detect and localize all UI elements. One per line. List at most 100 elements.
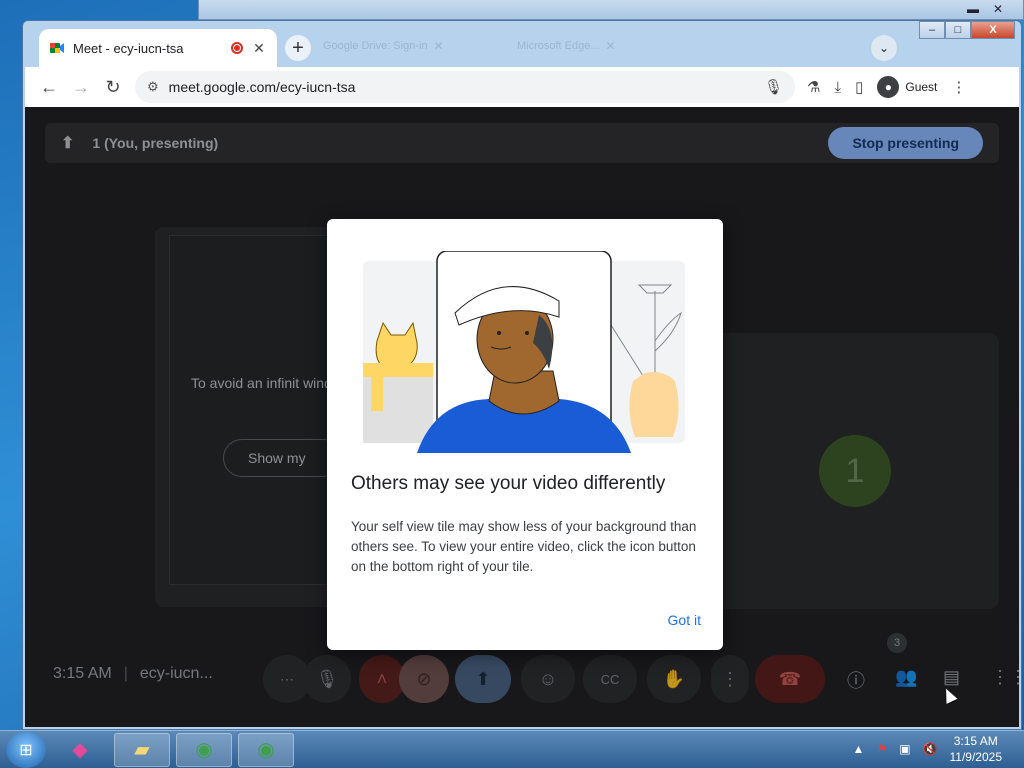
volume-muted-icon[interactable]: 🔇 [923,742,938,756]
hand-icon: ✋ [662,668,686,689]
taskbar-file-explorer[interactable]: ▰ [114,732,170,767]
close-icon[interactable]: ✕ [434,39,444,53]
profile-avatar-icon: ● [877,76,900,98]
back-button[interactable]: ← [33,71,65,103]
taskbar-app[interactable]: ◆ [52,733,108,767]
system-tray: ▲ ⚑ ▣ 🔇 3:15 AM 11/9/2025 [853,733,1002,765]
emoji-icon: ☺ [538,668,558,689]
browser-toolbar: ← → ↻ ⚙ meet.google.com/ecy-iucn-tsa 🎙 ⚗… [25,67,1019,107]
minimize-button[interactable]: – [919,21,945,39]
background-tab[interactable]: Google Drive: Sign-in ✕ [323,33,444,59]
presenting-label: 1 (You, presenting) [92,135,219,151]
url-text: meet.google.com/ecy-iucn-tsa [168,79,356,95]
arrow-right-icon: → [72,76,90,97]
toolbar-actions: ⚗ ⤓ ▯ ● Guest ⋮ [807,76,966,98]
screen-share-icon: ⬆ [61,135,75,152]
labs-icon[interactable]: ⚗ [807,78,820,96]
address-bar[interactable]: ⚙ meet.google.com/ecy-iucn-tsa 🎙 [135,71,795,103]
captions-button[interactable]: CC [583,655,637,703]
download-icon[interactable]: ⤓ [834,79,841,96]
reload-button[interactable]: ↻ [97,71,129,103]
tab-bar: Meet - ecy-iucn-tsa ✕ + Google Drive: Si… [23,21,1021,67]
windows-logo-icon: ⊞ [19,741,33,759]
meeting-info-button[interactable]: ⓘ [847,667,865,693]
google-meet-icon [50,43,64,53]
presentation-bar: ⬆ 1 (You, presenting) Stop presenting [45,123,999,163]
window-close-button[interactable]: X [971,21,1015,39]
microphone-icon: 🎙 [315,668,339,689]
forward-button[interactable]: → [65,71,97,103]
minimize-icon[interactable]: ▬ [967,2,979,16]
close-icon[interactable]: ✕ [606,39,616,53]
chat-icon: ▤ [943,667,961,687]
file-explorer-icon: ▰ [134,739,150,761]
reload-icon: ↻ [105,76,121,97]
camera-off-button[interactable]: ⊘ [399,655,449,703]
maximize-button[interactable]: □ [945,21,971,39]
close-icon[interactable]: ✕ [993,2,1003,16]
network-icon[interactable]: ▣ [899,742,910,756]
background-window-controls: ▬ ✕ [967,2,1003,16]
ellipsis-icon: ⋯ [280,670,294,687]
activities-button[interactable]: ⋮⋮ [991,667,1019,688]
close-icon[interactable]: ✕ [251,40,267,57]
divider: | [123,665,128,682]
captions-icon: CC [600,671,620,687]
camera-off-icon: ⊘ [416,668,432,689]
more-menu-icon[interactable]: ⋮ [951,78,966,96]
side-panel-icon[interactable]: ▯ [855,78,863,96]
start-button[interactable]: ⊞ [6,731,46,768]
taskbar-chrome[interactable]: ◉ [176,732,232,767]
profile-label: Guest [905,80,938,94]
infinite-mirror-message: To avoid an infinit window. S [191,375,367,391]
background-tab-title: Google Drive: Sign-in [323,40,428,52]
more-vertical-icon: ⋮ [721,668,739,689]
taskbar-chrome[interactable]: ◉ [238,732,294,767]
meeting-details: 3:15 AM | ecy-iucn... [53,665,213,683]
microphone-button[interactable]: 🎙 [303,655,351,703]
chrome-icon: ◉ [195,739,213,761]
show-anyway-button[interactable]: Show my [223,439,343,477]
tab-search-button[interactable]: ⌄ [871,35,897,61]
browser-window: Meet - ecy-iucn-tsa ✕ + Google Drive: Si… [22,20,1022,730]
chat-button[interactable]: ▤ [943,667,960,688]
present-button[interactable]: ⬆ [455,655,511,703]
background-window-titlebar: ▬ ✕ [198,0,1024,20]
more-options-button[interactable]: ⋮ [711,655,749,703]
reactions-button[interactable]: ☺ [521,655,575,703]
people-button[interactable]: 👥 [895,667,917,688]
hang-up-icon: ☎ [778,668,802,689]
site-info-icon[interactable]: ⚙ [147,79,159,95]
action-center-icon[interactable]: ⚑ [876,742,887,756]
profile-button[interactable]: ● Guest [877,76,937,98]
tray-clock[interactable]: 3:15 AM 11/9/2025 [950,733,1003,765]
chrome-icon: ◉ [257,739,275,761]
stop-presenting-button[interactable]: Stop presenting [828,127,983,159]
show-hidden-icons-icon[interactable]: ▲ [853,742,865,756]
dialog-title: Others may see your video differently [351,473,666,494]
new-tab-button[interactable]: + [285,35,311,61]
tab-title: Meet - ecy-iucn-tsa [73,40,184,56]
meeting-code: ecy-iucn... [139,665,213,682]
participant-tile: 1 [685,333,999,609]
chevron-up-icon: ˄ [376,668,388,689]
participant-avatar: 1 [819,435,891,507]
meet-content: ⬆ 1 (You, presenting) Stop presenting To… [25,107,1019,727]
dialog-body: Your self view tile may show less of you… [351,519,697,574]
chevron-down-icon: ⌄ [878,41,890,55]
raise-hand-button[interactable]: ✋ [647,655,701,703]
people-icon: 👥 [895,667,918,687]
meeting-time: 3:15 AM [53,665,112,682]
leave-call-button[interactable]: ☎ [755,655,825,703]
window-controls: – □ X [919,21,1015,39]
background-tab[interactable]: Microsoft Edge... ✕ [517,33,616,59]
microphone-icon[interactable]: 🎙 [764,78,783,96]
tab-meet[interactable]: Meet - ecy-iucn-tsa ✕ [39,29,277,67]
tray-time: 3:15 AM [953,734,998,748]
windows-taskbar: ⊞ ◆ ▰ ◉ ◉ ▲ ⚑ ▣ 🔇 3:15 AM 11/9/2025 [0,730,1024,768]
apps-grid-icon: ⋮⋮ [991,667,1019,687]
self-view-illustration [363,251,685,453]
background-tab-title: Microsoft Edge... [517,40,600,52]
app-icon: ◆ [72,739,88,761]
got-it-button[interactable]: Got it [666,608,703,632]
